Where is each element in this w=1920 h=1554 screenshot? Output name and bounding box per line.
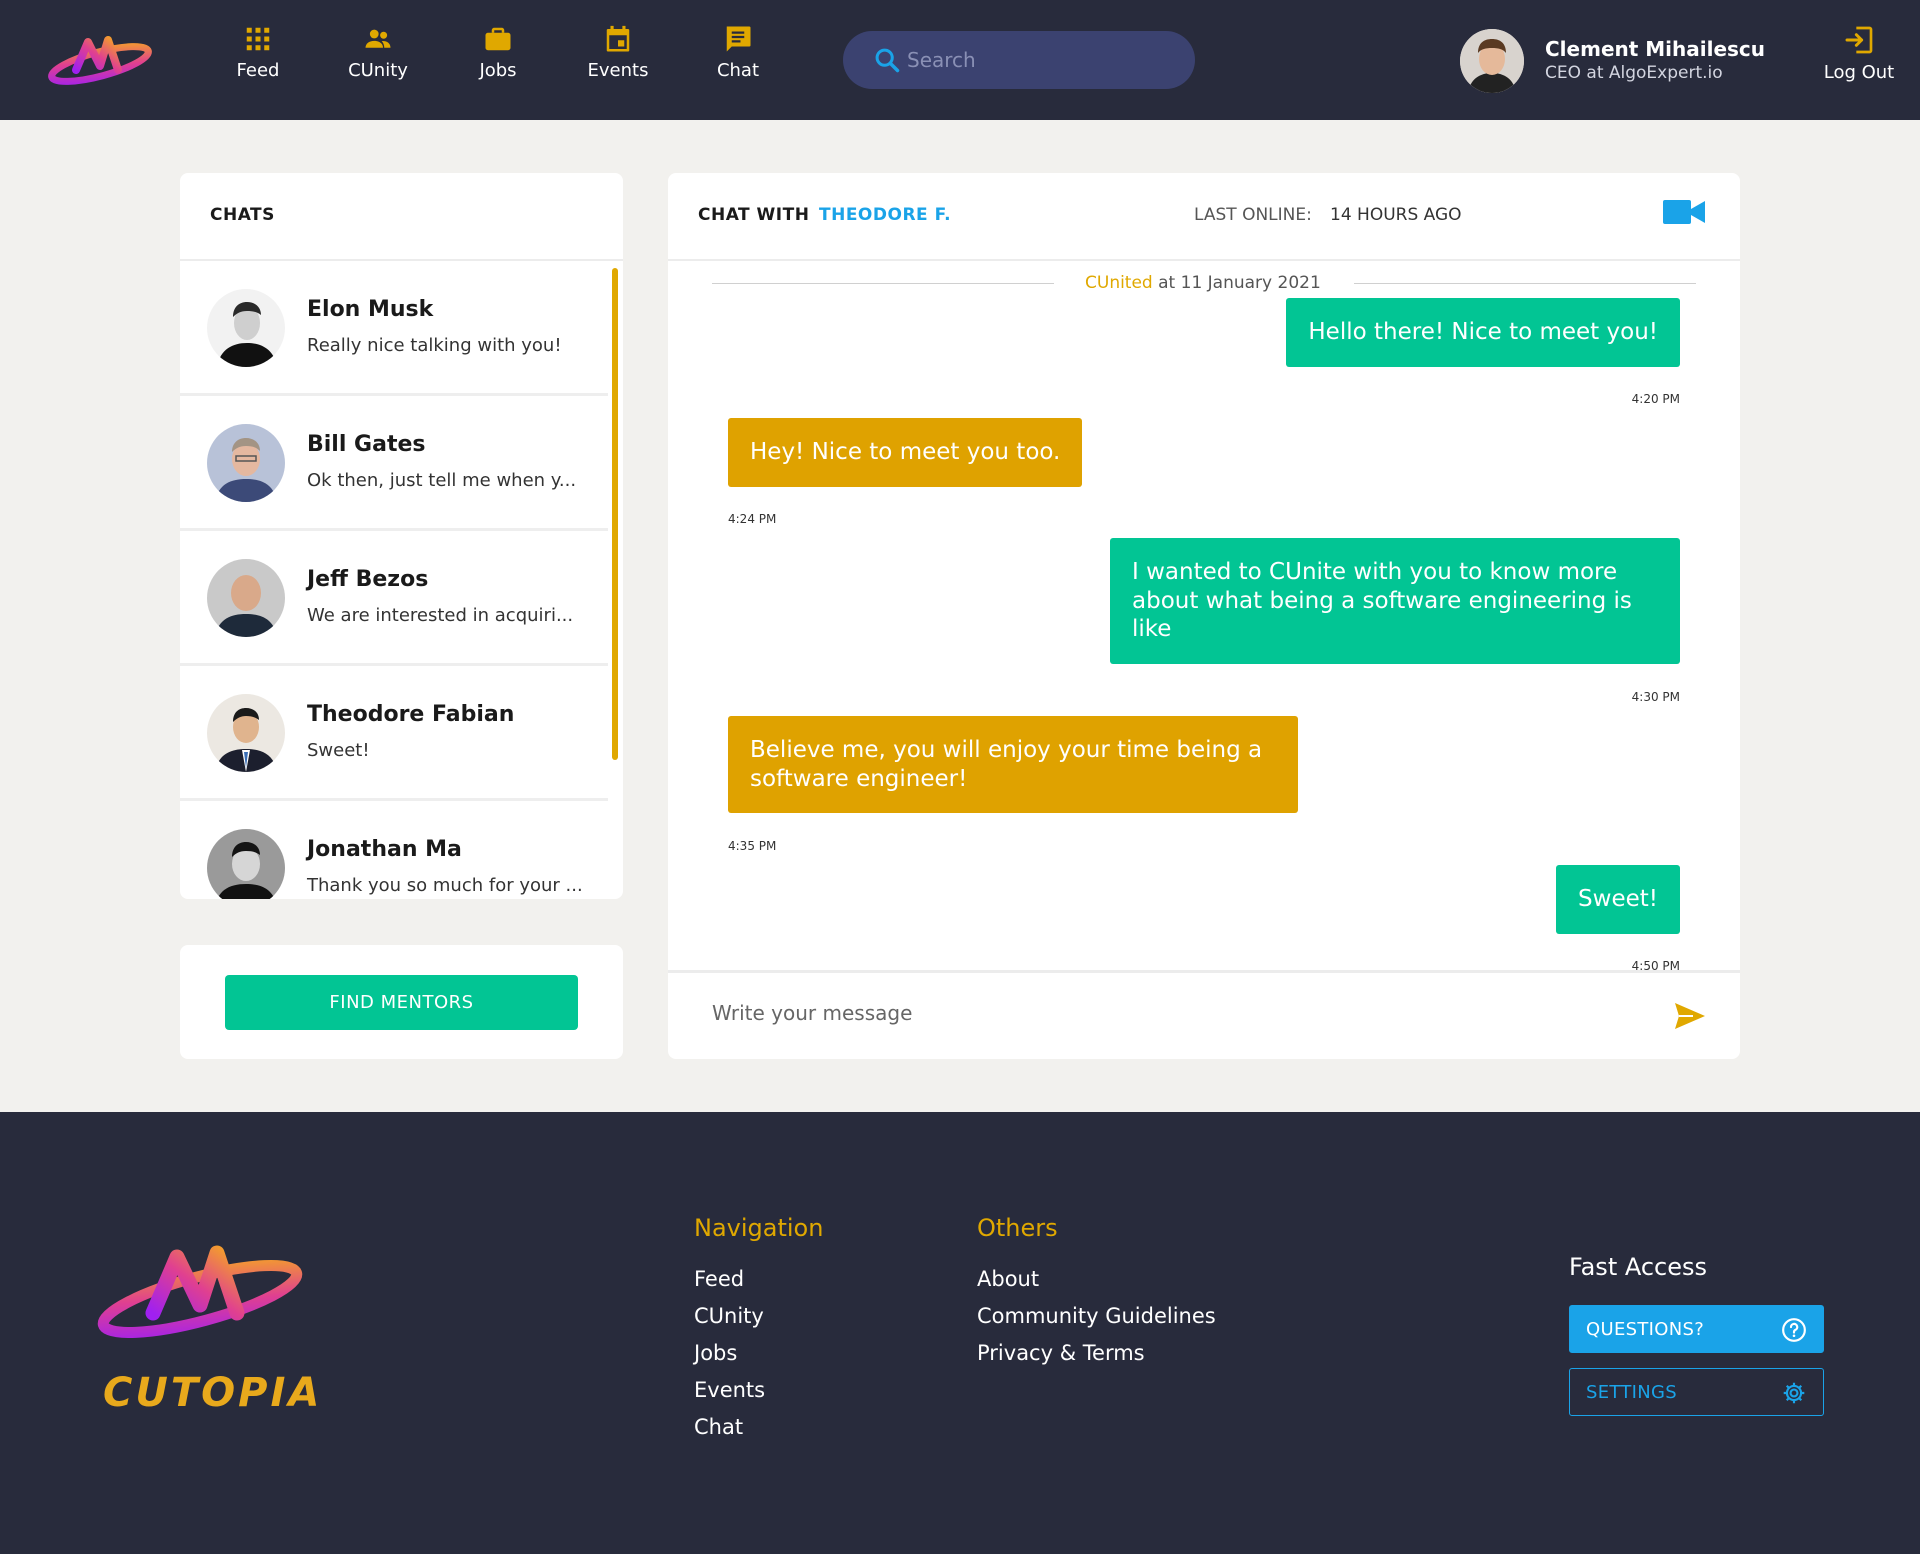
top-navbar: Feed CUnity Jobs Events Chat Clement Mih… xyxy=(0,0,1920,120)
chat-name: Theodore Fabian xyxy=(307,702,515,727)
nav-cunity[interactable]: CUnity xyxy=(323,24,433,81)
fast-access-title: Fast Access xyxy=(1569,1253,1708,1281)
cutopia-logo-icon[interactable] xyxy=(46,30,154,90)
chat-item-jonathan-ma[interactable]: Jonathan Ma Thank you so much for your .… xyxy=(180,801,608,899)
footer-link-cunity[interactable]: CUnity xyxy=(694,1304,764,1328)
logout-icon xyxy=(1845,26,1873,54)
send-icon[interactable] xyxy=(1673,1001,1707,1031)
nav-feed[interactable]: Feed xyxy=(203,24,313,81)
date-separator-date: at 11 January 2021 xyxy=(1158,273,1321,293)
message-bubble-sent: Hello there! Nice to meet you! xyxy=(1286,298,1680,367)
find-mentors-panel: FIND MENTORS xyxy=(180,945,623,1059)
divider xyxy=(668,970,1740,973)
questions-button[interactable]: QUESTIONS? xyxy=(1569,1305,1824,1353)
find-mentors-button[interactable]: FIND MENTORS xyxy=(225,975,578,1030)
message-time: 4:35 PM xyxy=(728,839,777,853)
footer-link-community-guidelines[interactable]: Community Guidelines xyxy=(977,1304,1216,1328)
footer-link-chat[interactable]: Chat xyxy=(694,1415,743,1439)
footer-link-feed[interactable]: Feed xyxy=(694,1267,744,1291)
conversation-panel: CHAT WITH THEODORE F. LAST ONLINE: 14 HO… xyxy=(668,173,1740,1059)
cutopia-wordmark: CUTOPIA xyxy=(103,1370,323,1416)
date-separator: CUnited at 11 January 2021 xyxy=(1085,273,1321,293)
chats-title: CHATS xyxy=(210,205,275,225)
chat-name: Bill Gates xyxy=(307,432,426,457)
chat-preview: Sweet! xyxy=(307,740,370,761)
chat-preview: We are interested in acquiri... xyxy=(307,605,574,626)
footer-link-privacy-terms[interactable]: Privacy & Terms xyxy=(977,1341,1145,1365)
date-divider-line xyxy=(1354,283,1696,284)
chat-name: Jonathan Ma xyxy=(307,837,462,862)
avatar xyxy=(207,289,285,367)
cutopia-logo-icon[interactable] xyxy=(95,1237,305,1347)
chat-preview: Thank you so much for your ... xyxy=(307,875,583,896)
footer-link-about[interactable]: About xyxy=(977,1267,1039,1291)
footer-link-events[interactable]: Events xyxy=(694,1378,765,1402)
chat-preview: Ok then, just tell me when y... xyxy=(307,470,577,491)
message-bubble-sent: Sweet! xyxy=(1556,865,1680,934)
footer: CUTOPIA Navigation Feed CUnity Jobs Even… xyxy=(0,1112,1920,1554)
message-input[interactable] xyxy=(712,993,1612,1033)
chat-with-label: CHAT WITH xyxy=(698,205,810,225)
calendar-icon xyxy=(606,25,630,52)
footer-navigation-title: Navigation xyxy=(694,1214,824,1242)
questions-label: QUESTIONS? xyxy=(1586,1318,1705,1340)
gear-icon xyxy=(1783,1382,1805,1404)
video-call-icon[interactable] xyxy=(1663,197,1705,227)
avatar xyxy=(207,559,285,637)
chat-name: Elon Musk xyxy=(307,297,434,322)
settings-label: SETTINGS xyxy=(1586,1381,1678,1403)
last-online-value: 14 HOURS AGO xyxy=(1330,205,1462,225)
message-bubble-sent: I wanted to CUnite with you to know more… xyxy=(1110,538,1680,664)
nav-events[interactable]: Events xyxy=(563,24,673,81)
chat-item-theodore-fabian[interactable]: Theodore Fabian Sweet! xyxy=(180,666,608,801)
chat-list-scrollbar[interactable] xyxy=(612,268,618,760)
user-avatar-image xyxy=(1460,29,1524,93)
search-bar xyxy=(843,31,1195,89)
chat-list[interactable]: Elon Musk Really nice talking with you! … xyxy=(180,261,610,899)
avatar[interactable] xyxy=(1460,29,1524,93)
nav-label: Chat xyxy=(716,60,760,81)
date-separator-brand: CUnited xyxy=(1085,273,1153,293)
nav-jobs[interactable]: Jobs xyxy=(443,24,553,81)
nav-label: Feed xyxy=(236,60,280,81)
chat-name: Jeff Bezos xyxy=(307,567,429,592)
question-icon xyxy=(1782,1318,1806,1342)
footer-link-jobs[interactable]: Jobs xyxy=(694,1341,737,1365)
message-time: 4:24 PM xyxy=(728,512,777,526)
chat-preview: Really nice talking with you! xyxy=(307,335,562,356)
avatar xyxy=(207,829,285,899)
nav-label: Jobs xyxy=(479,60,517,81)
chat-item-jeff-bezos[interactable]: Jeff Bezos We are interested in acquiri.… xyxy=(180,531,608,666)
message-time: 4:20 PM xyxy=(1631,392,1680,406)
avatar xyxy=(207,694,285,772)
last-online-label: LAST ONLINE: xyxy=(1194,205,1312,225)
message-bubble-received: Hey! Nice to meet you too. xyxy=(728,418,1083,487)
avatar xyxy=(207,424,285,502)
nav-label: Events xyxy=(587,60,649,81)
divider xyxy=(668,259,1740,261)
chats-panel: CHATS Elon Musk Really nice talking with… xyxy=(180,173,623,899)
date-divider-line xyxy=(712,283,1054,284)
user-name: Clement Mihailescu xyxy=(1545,37,1766,61)
settings-button[interactable]: SETTINGS xyxy=(1569,1368,1824,1416)
message-list[interactable]: Hello there! Nice to meet you! 4:20 PM H… xyxy=(668,298,1740,970)
search-icon[interactable] xyxy=(873,46,901,74)
logout-button[interactable]: Log Out xyxy=(1818,24,1900,83)
people-icon xyxy=(365,29,391,48)
nav-label: CUnity xyxy=(348,60,408,81)
grid-icon xyxy=(246,27,270,51)
chat-icon xyxy=(726,26,751,52)
footer-others-title: Others xyxy=(977,1214,1058,1242)
chat-item-elon-musk[interactable]: Elon Musk Really nice talking with you! xyxy=(180,261,608,396)
nav-chat[interactable]: Chat xyxy=(683,24,793,81)
briefcase-icon xyxy=(485,27,511,51)
logout-label: Log Out xyxy=(1823,62,1895,83)
chat-item-bill-gates[interactable]: Bill Gates Ok then, just tell me when y.… xyxy=(180,396,608,531)
message-time: 4:50 PM xyxy=(1631,959,1680,970)
message-time: 4:30 PM xyxy=(1631,690,1680,704)
message-bubble-received: Believe me, you will enjoy your time bei… xyxy=(728,716,1298,814)
user-role: CEO at AlgoExpert.io xyxy=(1545,63,1723,83)
contact-name[interactable]: THEODORE F. xyxy=(819,205,951,225)
search-input[interactable] xyxy=(907,31,1177,89)
